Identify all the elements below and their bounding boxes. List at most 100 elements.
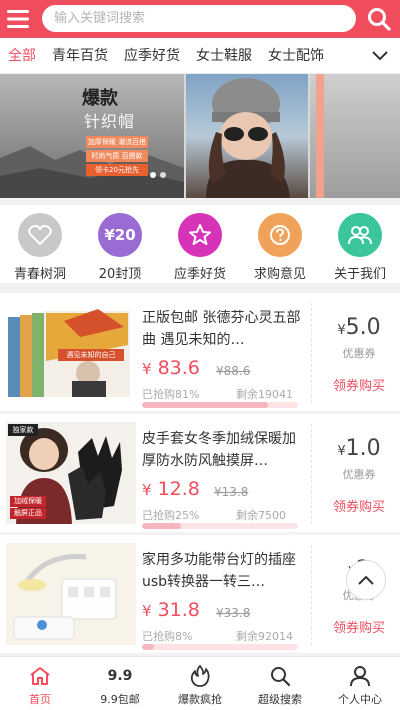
nine-nine-icon: 9.9 [107,668,133,684]
product-card[interactable]: 独家款 加绒保暖 触屏正品 皮手套女冬季加绒保暖加厚防水防风触摸屏… ¥ 12.… [0,414,400,532]
banner-slide-next[interactable] [310,74,400,198]
get-coupon-button[interactable]: 领券购买 [318,496,400,515]
currency-symbol: ¥ [337,444,346,459]
tabs-expand-button[interactable] [360,38,400,73]
product-image-books: 遇见未知的自己 [6,301,136,403]
tab-women-accessories[interactable]: 女士配饰 [260,38,332,73]
thumb-tag: 加绒保暖 [10,496,46,507]
sold-progress-bar [142,523,298,529]
product-price: ¥ 12.8 [142,478,200,500]
category-label: 应季好货 [173,267,226,282]
coupon-amount: 1.0 [345,436,381,461]
bottom-navigation: 首页 9.9 9.9包邮 爆款疯抢 超级搜索 个人中心 [0,656,400,710]
get-coupon-button[interactable]: 领券购买 [318,617,400,636]
currency-symbol: ¥ [142,360,152,378]
chevron-up-icon [358,575,374,585]
thumb-corner-tag: 独家款 [8,424,38,436]
carousel-dot[interactable] [160,172,166,178]
tab-seasonal[interactable]: 应季好货 [116,38,188,73]
product-image-gloves: 独家款 加绒保暖 触屏正品 [6,422,136,524]
search-button[interactable] [366,7,392,31]
nav-label: 个人中心 [338,693,382,706]
coupon-divider [311,424,312,524]
banner-slide-knit-hat[interactable]: 爆款 针织帽 加厚保暖 潮流百搭 时尚气质 百搭款 领卡20元抢先 [0,74,184,198]
remaining-count: 剩余7500 [236,509,286,522]
sold-progress-fill [142,644,155,650]
original-price: ¥88.6 [216,364,251,378]
product-card[interactable]: 遇见未知的自己 正版包邮 张德芬心灵五部曲 遇见未知的… ¥ 83.6 ¥88.… [0,293,400,411]
category-label: 青春树洞 [13,267,66,282]
flame-icon [189,665,211,687]
tab-women-apparel[interactable]: 女士鞋服 [188,38,260,73]
price-value: 83.6 [157,357,200,379]
scroll-to-top-button[interactable] [346,560,386,600]
remaining-count: 剩余19041 [236,388,293,401]
sold-progress-fill [142,402,269,408]
thumb-tag: 触屏正品 [10,508,46,519]
nav-9-9-free-shipping[interactable]: 9.9 9.9包邮 [80,657,160,710]
yen-20-icon: ¥20 [98,213,142,257]
category-about-us[interactable]: 关于我们 [320,205,400,283]
question-icon [258,213,302,257]
banner-carousel[interactable]: 爆款 针织帽 加厚保暖 潮流百搭 时尚气质 百搭款 领卡20元抢先 [0,74,400,198]
menu-button[interactable] [0,0,36,38]
sold-progress-bar [142,402,298,408]
banner-slide-model-photo[interactable] [186,74,308,198]
sold-percentage: 已抢购25% [142,509,200,522]
currency-symbol: ¥ [142,602,152,620]
banner-tag: 加厚保暖 潮流百搭 [86,136,148,148]
product-image-lamp-socket [6,543,136,645]
original-price: ¥33.8 [216,606,251,620]
carousel-dot[interactable] [150,172,156,178]
tab-youth-goods[interactable]: 青年百货 [44,38,116,73]
coupon-label: 优惠券 [342,347,376,360]
product-price: ¥ 83.6 [142,357,200,379]
search-input[interactable] [54,11,356,26]
category-20-max[interactable]: ¥20 20封顶 [80,205,160,283]
category-grid: 青春树洞 ¥20 20封顶 应季好货 求购意见 关于我们 [0,205,400,283]
coupon-divider [311,545,312,645]
coupon-value: ¥1.0 [318,436,400,461]
chevron-down-icon [372,51,388,61]
sold-percentage: 已抢购8% [142,630,193,643]
category-feedback[interactable]: 求购意见 [240,205,320,283]
category-youth-treehole[interactable]: 青春树洞 [0,205,80,283]
search-box[interactable] [42,5,356,32]
coupon-value: ¥5.0 [318,315,400,340]
category-label: 20封顶 [98,267,142,282]
person-icon [349,665,371,687]
product-title: 正版包邮 张德芬心灵五部曲 遇见未知的… [142,310,301,348]
banner-subtitle: 针织帽 [84,112,136,131]
search-icon [269,665,291,687]
get-coupon-button[interactable]: 领券购买 [318,375,400,394]
product-title: 皮手套女冬季加绒保暖加厚防水防风触摸屏… [142,431,296,469]
banner-tag: 领卡20元抢先 [86,164,148,176]
currency-symbol: ¥ [142,481,152,499]
currency-symbol: ¥ [337,323,346,338]
product-card[interactable]: 家用多功能带台灯的插座usb转换器一转三… ¥ 31.8 ¥33.8 已抢购8%… [0,535,400,653]
category-label: 求购意见 [253,267,306,282]
nav-label: 9.9包邮 [100,693,140,706]
nav-home[interactable]: 首页 [0,657,80,710]
coupon-divider [311,303,312,403]
coupon-label: 优惠券 [342,468,376,481]
category-label: 关于我们 [333,267,386,282]
nav-label: 超级搜索 [258,693,302,706]
nav-hot-deals[interactable]: 爆款疯抢 [160,657,240,710]
search-icon [368,8,391,31]
model-photo-image [206,78,290,198]
price-value: 31.8 [157,599,200,621]
nav-label: 首页 [29,693,51,706]
category-seasonal[interactable]: 应季好货 [160,205,240,283]
coupon-amount: 5.0 [345,315,381,340]
nav-super-search[interactable]: 超级搜索 [240,657,320,710]
tab-all[interactable]: 全部 [0,38,44,73]
top-bar [0,0,400,38]
sold-progress-fill [142,523,181,529]
sold-progress-bar [142,644,298,650]
nav-profile[interactable]: 个人中心 [320,657,400,710]
sold-percentage: 已抢购81% [142,388,200,401]
banner-tag: 时尚气质 百搭款 [86,150,148,162]
banner-title: 爆款 [82,88,118,109]
star-icon [178,213,222,257]
